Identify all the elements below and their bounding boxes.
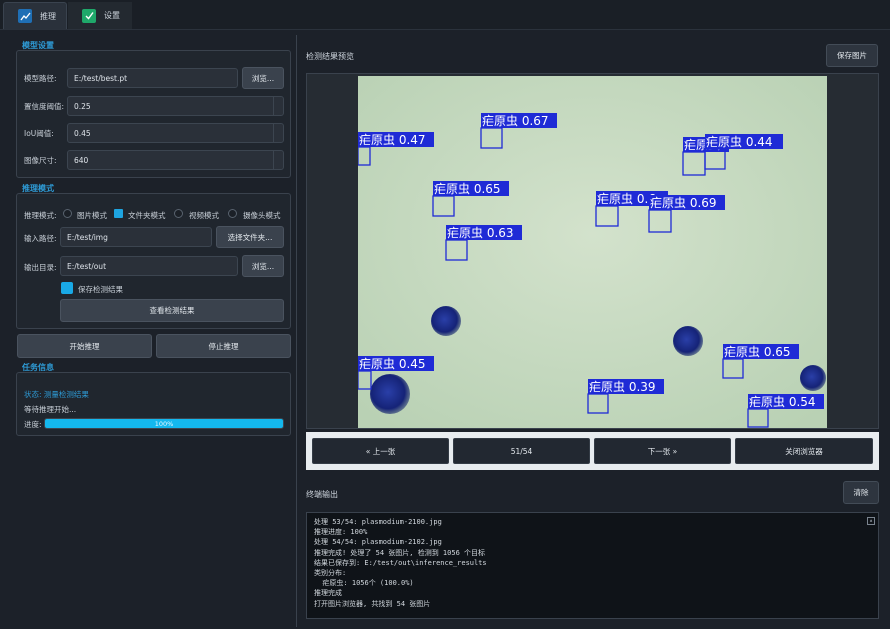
scroll-up-icon[interactable]: ▴ — [867, 517, 875, 525]
image-size-label: 图像尺寸: — [24, 156, 57, 165]
image-size-stepper[interactable] — [273, 151, 283, 169]
terminal-line: 推理完成 — [314, 589, 342, 598]
preview-frame: 疟原虫 0.47 疟原虫 0.67 疟原虫 疟原虫 0.44 疟原虫 0.65 疟原虫 0… — [306, 73, 879, 429]
confidence-spinbox[interactable]: 0.25 — [67, 96, 284, 116]
output-browse-button[interactable]: 浏览... — [242, 255, 284, 277]
output-dir-input[interactable]: E:/test/out — [60, 256, 238, 276]
terminal-line: 打开图片浏览器, 共找到 54 张图片 — [314, 599, 431, 608]
check-square-icon — [82, 8, 96, 23]
clear-button[interactable]: 清除 — [843, 481, 879, 504]
detection-label: 疟原虫 0.39 — [589, 379, 656, 394]
image-size-spinbox[interactable]: 640 — [67, 150, 284, 170]
confidence-stepper[interactable] — [273, 97, 283, 115]
navigation-bar: « 上一张 51/54 下一张 » 关闭浏览器 — [306, 432, 879, 470]
status-text: 状态: 测量检测结果 — [24, 390, 89, 399]
radio-folder-mode-label: 文件夹模式 — [128, 211, 166, 220]
input-path-input[interactable]: E:/test/img — [60, 227, 212, 247]
terminal-line: 疟原虫: 1056个 (100.0%) — [314, 579, 414, 588]
terminal-line: 处理 54/54: plasmodium-2102.jpg — [314, 538, 442, 547]
radio-image-mode[interactable] — [63, 209, 72, 218]
preview-title: 检测结果预览 — [306, 52, 354, 61]
progress-label: 进度: — [24, 420, 42, 429]
iou-value: 0.45 — [74, 128, 91, 138]
save-image-button[interactable]: 保存图片 — [826, 44, 878, 67]
save-results-checkbox[interactable] — [61, 282, 73, 294]
image-size-value: 640 — [74, 155, 89, 165]
progress-bar: 100% — [44, 418, 284, 429]
detection-label: 疟原虫 0.44 — [706, 134, 773, 149]
terminal-title: 终端输出 — [306, 490, 338, 499]
progress-percent: 100% — [154, 419, 174, 428]
pane-divider[interactable] — [296, 35, 297, 627]
detection-label: 疟原虫 0.54 — [749, 394, 816, 409]
radio-folder-mode[interactable] — [114, 209, 123, 218]
save-results-label: 保存检测结果 — [78, 285, 123, 294]
confidence-value: 0.25 — [74, 101, 91, 111]
radio-camera-mode-label: 摄像头模式 — [243, 211, 281, 220]
radio-image-mode-label: 图片模式 — [77, 211, 107, 220]
radio-video-mode[interactable] — [174, 209, 183, 218]
image-counter: 51/54 — [453, 438, 590, 464]
tab-bar: 推理 设置 — [0, 0, 890, 30]
stop-inference-button[interactable]: 停止推理 — [156, 334, 291, 358]
tab-settings[interactable]: 设置 — [68, 2, 132, 29]
detection-label: 疟原虫 0.45 — [359, 356, 426, 371]
start-inference-button[interactable]: 开始推理 — [17, 334, 152, 358]
iou-label: IoU阈值: — [24, 129, 54, 138]
iou-stepper[interactable] — [273, 124, 283, 142]
terminal-output[interactable]: ▴ 处理 53/54: plasmodium-2100.jpg 推理进度: 100… — [306, 512, 879, 619]
detection-label: 疟原虫 0.6 — [597, 191, 656, 206]
confidence-label: 置信度阈值: — [24, 102, 65, 111]
choose-folder-button[interactable]: 选择文件夹... — [216, 226, 284, 248]
terminal-line: 处理 53/54: plasmodium-2100.jpg — [314, 518, 442, 526]
detection-label: 疟原虫 0.69 — [650, 195, 717, 210]
mode-label: 推理模式: — [24, 211, 57, 220]
terminal-line: 推理进度: 100% — [314, 528, 368, 537]
chart-line-icon — [18, 9, 32, 23]
progress-fill: 100% — [45, 419, 283, 428]
close-browser-button[interactable]: 关闭浏览器 — [735, 438, 873, 464]
tab-inference-label: 推理 — [40, 11, 56, 21]
detection-label: 疟原虫 0.67 — [482, 113, 549, 128]
detection-label: 疟原虫 0.47 — [359, 132, 426, 147]
terminal-line: 结果已保存到: E:/test/out\inference_results — [314, 558, 487, 567]
terminal-line: 类别分布: — [314, 569, 347, 578]
next-image-button[interactable]: 下一张 » — [594, 438, 731, 464]
tab-inference[interactable]: 推理 — [3, 2, 67, 29]
view-results-button[interactable]: 查看检测结果 — [60, 299, 284, 322]
terminal-line: 推理完成! 处理了 54 张图片, 检测到 1056 个目标 — [314, 548, 486, 557]
iou-spinbox[interactable]: 0.45 — [67, 123, 284, 143]
input-path-label: 输入路径: — [24, 234, 57, 243]
detection-label: 疟原虫 0.63 — [447, 225, 514, 240]
model-path-input[interactable]: E:/test/best.pt — [67, 68, 238, 88]
prev-image-button[interactable]: « 上一张 — [312, 438, 449, 464]
detection-label: 疟原虫 0.65 — [724, 344, 791, 359]
output-dir-label: 输出目录: — [24, 263, 57, 272]
microscopy-image: 疟原虫 0.47疟原虫 0.67疟原虫疟原虫 0.44疟原虫 0.65疟原虫 0… — [358, 76, 827, 428]
model-path-label: 模型路径: — [24, 74, 57, 83]
tab-settings-label: 设置 — [104, 11, 120, 20]
model-browse-button[interactable]: 浏览... — [242, 67, 284, 89]
radio-video-mode-label: 视频模式 — [189, 211, 219, 220]
waiting-text: 等待推理开始... — [24, 405, 77, 414]
detection-label: 疟原虫 0.65 — [434, 181, 501, 196]
radio-camera-mode[interactable] — [228, 209, 237, 218]
